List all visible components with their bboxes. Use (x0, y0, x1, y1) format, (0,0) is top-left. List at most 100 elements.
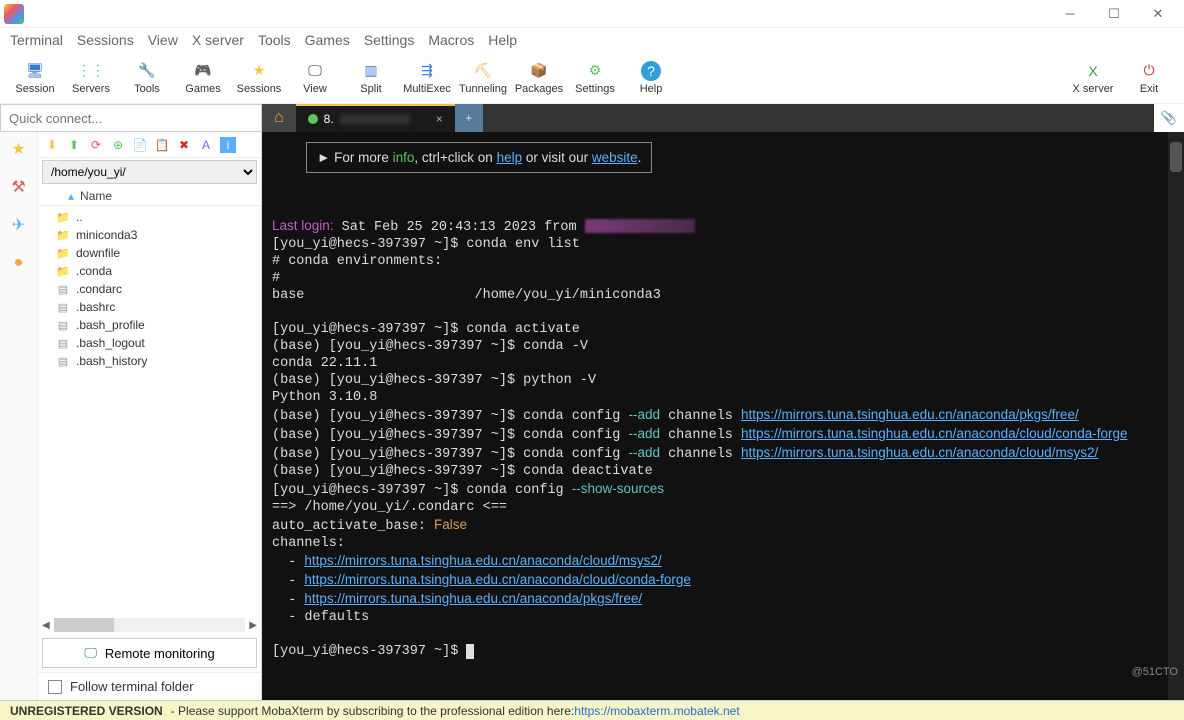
toolbar-view[interactable]: 🖵View (288, 61, 342, 95)
font-icon[interactable]: A (198, 137, 214, 153)
file-toolbar: ⬇ ⬆ ⟳ ⊕ 📄 📋 ✖ A i (38, 132, 261, 158)
upload-icon[interactable]: ⬆ (66, 137, 82, 153)
toolbar-help[interactable]: ?Help (624, 61, 678, 95)
download-icon[interactable]: ⬇ (44, 137, 60, 153)
sidebar: ★ ⚒ ✈ ● ⬇ ⬆ ⟳ ⊕ 📄 📋 ✖ A i /home/you_yi/ … (0, 132, 262, 700)
terminal-scrollbar[interactable] (1168, 132, 1184, 700)
toolbar-exit[interactable]: ⏻Exit (1122, 61, 1176, 95)
packages-icon: 📦 (529, 61, 549, 81)
follow-terminal-row[interactable]: Follow terminal folder (38, 672, 261, 700)
hscrollbar[interactable]: ◀▶ (38, 616, 261, 634)
file-item[interactable]: ▤.bashrc (42, 298, 257, 316)
info-icon[interactable]: i (220, 137, 236, 153)
copy-icon[interactable]: 📄 (132, 137, 148, 153)
file-item[interactable]: 📁downfile (42, 244, 257, 262)
toolbar-tools[interactable]: 🔧Tools (120, 61, 174, 95)
quick-connect-input[interactable] (0, 104, 262, 132)
toolbar-session[interactable]: 🖥Session (8, 61, 62, 95)
file-icon: ▤ (56, 354, 70, 368)
file-icon: ▤ (56, 336, 70, 350)
tab-home[interactable]: ⌂ (262, 104, 296, 132)
menu-games[interactable]: Games (305, 32, 350, 48)
folder-icon: 📁 (56, 210, 70, 224)
checkbox-icon[interactable] (48, 680, 62, 694)
minimize-button[interactable]: ─ (1048, 0, 1092, 28)
attachment-icon[interactable]: 📎 (1154, 104, 1184, 132)
file-header-name[interactable]: ▴ Name (38, 186, 261, 206)
tab-session-active[interactable]: 8. × (296, 104, 455, 132)
folder-icon: 📁 (56, 264, 70, 278)
session-icon: 🖥 (25, 61, 45, 81)
menu-macros[interactable]: Macros (428, 32, 474, 48)
delete-icon[interactable]: ✖ (176, 137, 192, 153)
x server-icon: X (1083, 61, 1103, 81)
tab-close-icon[interactable]: × (436, 112, 443, 126)
toolbar-sessions[interactable]: ★Sessions (232, 61, 286, 95)
multiexec-icon: ⇶ (417, 61, 437, 81)
tools-icon: 🔧 (137, 61, 157, 81)
file-item[interactable]: 📁.. (42, 208, 257, 226)
file-item[interactable]: ▤.bash_profile (42, 316, 257, 334)
quick-connect-row: ⌂ 8. × + 📎 (0, 104, 1184, 132)
toolbar-multiexec[interactable]: ⇶MultiExec (400, 61, 454, 95)
file-icon: ▤ (56, 282, 70, 296)
menu-help[interactable]: Help (488, 32, 517, 48)
path-select[interactable]: /home/you_yi/ (42, 160, 257, 184)
folder-icon: 📁 (56, 246, 70, 260)
menu-terminal[interactable]: Terminal (10, 32, 63, 48)
menu-settings[interactable]: Settings (364, 32, 415, 48)
help-icon: ? (641, 61, 661, 81)
close-button[interactable]: ✕ (1136, 0, 1180, 28)
toolbar-games[interactable]: 🎮Games (176, 61, 230, 95)
star-icon[interactable]: ★ (8, 138, 30, 160)
monitor-icon: 🖵 (84, 645, 97, 661)
file-icon: ▤ (56, 300, 70, 314)
file-item[interactable]: 📁.conda (42, 262, 257, 280)
toolbar-tunneling[interactable]: ⛏Tunneling (456, 61, 510, 95)
home-icon: ⌂ (274, 109, 284, 127)
terminal-pane[interactable]: ► For more info, ctrl+click on help or v… (262, 132, 1184, 700)
refresh-icon[interactable]: ⟳ (88, 137, 104, 153)
file-icon: ▤ (56, 318, 70, 332)
folder-icon: 📁 (56, 228, 70, 242)
unregistered-label: UNREGISTERED VERSION (10, 704, 163, 718)
file-item[interactable]: ▤.condarc (42, 280, 257, 298)
exit-icon: ⏻ (1139, 61, 1159, 81)
watermark: @51CTO (1132, 666, 1178, 678)
toolbar-settings[interactable]: ⚙Settings (568, 61, 622, 95)
servers-icon: ⋮⋮ (81, 61, 101, 81)
toolbar-packages[interactable]: 📦Packages (512, 61, 566, 95)
view-icon: 🖵 (305, 61, 325, 81)
settings-icon: ⚙ (585, 61, 605, 81)
tool-icon[interactable]: ⚒ (8, 176, 30, 198)
titlebar: ─ ☐ ✕ (0, 0, 1184, 28)
menu-tools[interactable]: Tools (258, 32, 291, 48)
file-item[interactable]: ▤.bash_logout (42, 334, 257, 352)
menu-view[interactable]: View (148, 32, 178, 48)
app-icon (4, 4, 24, 24)
sessions-icon: ★ (249, 61, 269, 81)
toolbar-x server[interactable]: XX server (1066, 61, 1120, 95)
newfolder-icon[interactable]: ⊕ (110, 137, 126, 153)
file-list: 📁..📁miniconda3📁downfile📁.conda▤.condarc▤… (38, 206, 261, 616)
sidebar-tabs: ★ ⚒ ✈ ● (0, 132, 38, 700)
tab-new[interactable]: + (455, 104, 483, 132)
file-item[interactable]: 📁miniconda3 (42, 226, 257, 244)
plus-icon: + (465, 111, 472, 125)
file-item[interactable]: ▤.bash_history (42, 352, 257, 370)
statusbar: UNREGISTERED VERSION - Please support Mo… (0, 700, 1184, 720)
toolbar-servers[interactable]: ⋮⋮Servers (64, 61, 118, 95)
mobaxterm-link[interactable]: https://mobaxterm.mobatek.net (574, 704, 739, 718)
remote-monitoring-button[interactable]: 🖵 Remote monitoring (42, 638, 257, 668)
tab-bar: ⌂ 8. × + (262, 104, 1154, 132)
maximize-button[interactable]: ☐ (1092, 0, 1136, 28)
send-icon[interactable]: ✈ (8, 214, 30, 236)
status-dot-icon (308, 114, 318, 124)
toolbar: 🖥Session⋮⋮Servers🔧Tools🎮Games★Sessions🖵V… (0, 52, 1184, 104)
menu-sessions[interactable]: Sessions (77, 32, 134, 48)
toolbar-split[interactable]: ▥Split (344, 61, 398, 95)
menu-x-server[interactable]: X server (192, 32, 244, 48)
file-browser: ⬇ ⬆ ⟳ ⊕ 📄 📋 ✖ A i /home/you_yi/ ▴ Name 📁… (38, 132, 261, 700)
globe-icon[interactable]: ● (8, 252, 30, 274)
paste-icon[interactable]: 📋 (154, 137, 170, 153)
